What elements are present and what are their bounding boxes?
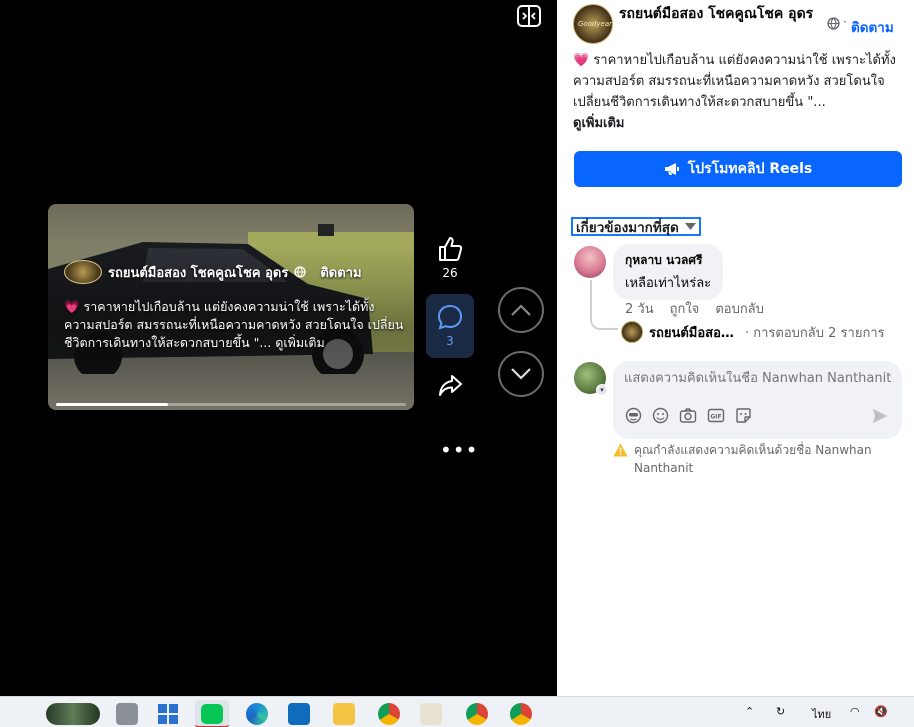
promote-reels-button[interactable]: โปรโมทคลิป Reels — [574, 151, 902, 187]
comment-sort-dropdown[interactable]: เกี่ยวข้องมากที่สุด — [571, 217, 701, 236]
line-app-button[interactable] — [195, 700, 229, 727]
windows-logo-icon — [158, 704, 178, 724]
follow-button[interactable]: ติดตาม — [851, 16, 894, 38]
sort-label: เกี่ยวข้องมากที่สุด — [576, 219, 679, 236]
see-more-link[interactable]: ดูเพิ่มเติม — [573, 113, 903, 134]
page-avatar-text: Goodyear — [578, 20, 613, 28]
like-count: 26 — [442, 266, 458, 280]
comment-count: 3 — [446, 334, 454, 348]
post-header: Goodyear รถยนต์มือสอง โชคคูณโชค อุดร · ต… — [573, 4, 903, 48]
comment-author[interactable]: กุหลาบ นวลศรี — [625, 251, 711, 270]
chevron-up-icon[interactable]: ⌃ — [745, 705, 754, 718]
current-user-avatar[interactable]: ▾ — [574, 362, 608, 396]
reply-author-avatar — [621, 321, 643, 343]
view-replies-link[interactable]: รถยนต์มือสอง โชคคูณโชค อุดร · การตอบกลับ… — [621, 321, 885, 343]
chevron-down-icon — [511, 368, 531, 380]
reel-side-panel: Goodyear รถยนต์มือสอง โชคคูณโชค อุดร · ต… — [557, 0, 914, 696]
share-icon — [439, 375, 462, 396]
comment-bubble: กุหลาบ นวลศรี เหลือเท่าไหร่ละ — [613, 244, 724, 300]
comment-reply-button[interactable]: ตอบกลับ — [715, 298, 764, 319]
video-progress-bar[interactable] — [56, 403, 406, 406]
comment-button[interactable]: 3 — [426, 294, 474, 358]
globe-icon — [827, 17, 840, 30]
page-name[interactable]: รถยนต์มือสอง โชคคูณโชค อุดร — [619, 5, 819, 24]
separator-dot: · — [843, 15, 847, 29]
windows-taskbar: ⌃ ↻ ไทย ◠ 🔇 — [0, 696, 914, 727]
comment-composer: GIF — [613, 361, 902, 439]
camera-icon[interactable] — [679, 407, 697, 424]
file-explorer-icon[interactable] — [333, 703, 355, 725]
emoji-icon[interactable] — [652, 407, 669, 424]
megaphone-icon — [664, 163, 679, 175]
description-text: 💗 ราคาหายไปเกือบล้าน แต่ยังคงความน่าใช้ … — [573, 53, 896, 110]
post-description: 💗 ราคาหายไปเกือบล้าน แต่ยังคงความน่าใช้ … — [573, 50, 903, 134]
thumbs-up-icon — [439, 237, 463, 261]
widgets-button[interactable] — [46, 703, 100, 725]
edge-browser-icon[interactable] — [246, 703, 268, 725]
calculator-app-icon[interactable] — [420, 703, 442, 725]
volume-muted-icon[interactable]: 🔇 — [874, 705, 888, 718]
video-progress-fill — [56, 403, 168, 406]
chrome-profile-2-icon[interactable] — [510, 703, 532, 725]
task-view-icon[interactable] — [116, 703, 138, 725]
comment-icon — [437, 304, 463, 330]
language-indicator[interactable]: ไทย — [812, 705, 831, 723]
promote-reels-label: โปรโมทคลิป Reels — [687, 161, 813, 177]
reel-caption[interactable]: 💗 ราคาหายไปเกือบล้าน แต่ยังคงความน่าใช้ … — [64, 298, 404, 352]
reel-info: รถยนต์มือสอง โชคคูณโชค อุดร ติดตาม 💗 ราค… — [64, 260, 404, 352]
globe-icon — [294, 266, 306, 278]
page-logo[interactable] — [64, 260, 102, 284]
more-options-icon[interactable]: ••• — [440, 438, 478, 462]
reel-follow-button[interactable]: ติดตาม — [320, 262, 361, 283]
next-reel-button[interactable] — [498, 351, 544, 397]
chevron-down-icon[interactable]: ▾ — [596, 384, 608, 396]
warning-icon — [613, 443, 628, 457]
chrome-icon[interactable] — [378, 703, 400, 725]
windows-start-icon[interactable] — [157, 703, 179, 725]
reel-actions: 26 3 — [426, 236, 474, 398]
outlook-icon[interactable] — [288, 703, 310, 725]
share-button[interactable] — [437, 372, 463, 398]
caret-down-icon — [684, 223, 696, 230]
video-pane: รถยนต์มือสอง โชคคูณโชค อุดร ติดตาม 💗 ราค… — [0, 0, 557, 696]
chevron-up-icon — [511, 304, 531, 316]
commenter-avatar[interactable] — [574, 246, 606, 278]
comment-text: เหลือเท่าไหร่ละ — [625, 276, 712, 291]
comment-actions: 2 วัน ถูกใจ ตอบกลับ — [625, 298, 764, 319]
svg-text:GIF: GIF — [710, 414, 721, 421]
minimize-panel-icon[interactable] — [517, 5, 541, 27]
reel-video[interactable]: รถยนต์มือสอง โชคคูณโชค อุดร ติดตาม 💗 ราค… — [48, 204, 414, 410]
send-icon[interactable] — [872, 408, 888, 424]
gif-icon[interactable]: GIF — [707, 407, 725, 424]
sync-icon[interactable]: ↻ — [776, 705, 785, 718]
previous-reel-button[interactable] — [498, 287, 544, 333]
identity-warning: คุณกำลังแสดงความคิดเห็นด้วยชื่อ Nanwhan … — [613, 441, 903, 477]
warning-text: คุณกำลังแสดงความคิดเห็นด้วยชื่อ Nanwhan … — [634, 443, 872, 475]
reply-count: · การตอบกลับ 2 รายการ — [745, 325, 885, 341]
sticker-icon[interactable] — [735, 407, 752, 424]
comment-input[interactable] — [624, 371, 892, 386]
reel-page-name[interactable]: รถยนต์มือสอง โชคคูณโชค อุดร — [108, 262, 288, 283]
line-icon — [201, 704, 223, 724]
reply-author-name: รถยนต์มือสอง โชคคูณโชค อุดร — [649, 325, 739, 341]
comment-time[interactable]: 2 วัน — [625, 298, 654, 319]
chrome-profile-icon[interactable] — [466, 703, 488, 725]
comment-like-button[interactable]: ถูกใจ — [670, 298, 700, 319]
composer-tools: GIF — [625, 407, 752, 424]
avatar-sticker-icon[interactable] — [625, 407, 642, 424]
page-avatar[interactable]: Goodyear — [573, 4, 613, 44]
wifi-icon[interactable]: ◠ — [850, 705, 860, 718]
like-button[interactable]: 26 — [437, 236, 463, 280]
